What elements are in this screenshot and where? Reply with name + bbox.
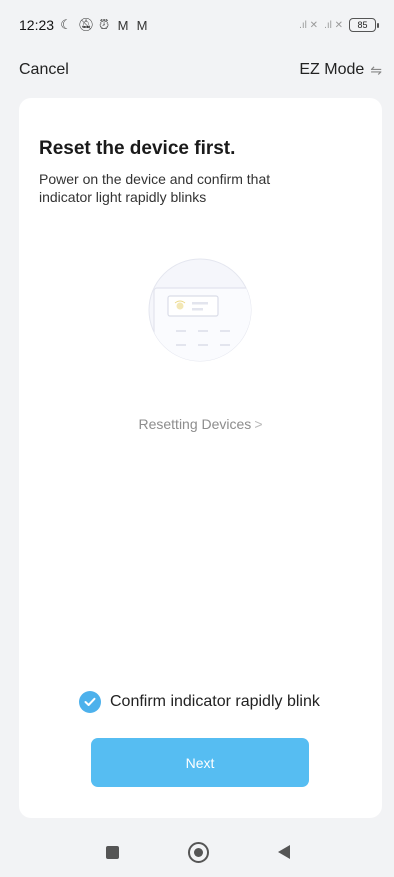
notification-icons: ☾ 🔕︎ ⏰︎ M M bbox=[59, 17, 149, 33]
chevron-right-icon: > bbox=[254, 416, 263, 432]
confirm-checkbox-row[interactable]: Confirm indicator rapidly blink bbox=[79, 691, 320, 713]
android-nav-bar bbox=[0, 824, 394, 877]
signal-icon: .ıl ✕ bbox=[324, 19, 343, 31]
confirm-label: Confirm indicator rapidly blink bbox=[110, 693, 320, 710]
page-title: Reset the device first. bbox=[39, 138, 236, 159]
resetting-devices-link[interactable]: Resetting Devices > bbox=[19, 416, 382, 432]
recents-icon[interactable] bbox=[106, 846, 119, 859]
back-icon[interactable] bbox=[278, 845, 290, 859]
battery-level: 85 bbox=[357, 20, 368, 30]
cancel-button[interactable]: Cancel bbox=[19, 61, 69, 79]
page-subtitle: Power on the device and confirm that ind… bbox=[39, 171, 271, 205]
status-left: 12:23 ☾ 🔕︎ ⏰︎ M M bbox=[19, 17, 149, 33]
swap-icon: ⇋ bbox=[370, 61, 382, 78]
alarm-icon: ⏰︎ bbox=[98, 17, 110, 32]
ez-mode-label: EZ Mode bbox=[299, 61, 365, 78]
device-illustration bbox=[148, 258, 252, 362]
status-right: .ıl ✕ .ıl ✕ 85 bbox=[299, 18, 379, 32]
signal-icon: .ıl ✕ bbox=[299, 19, 319, 31]
moon-icon: ☾ bbox=[60, 17, 72, 32]
bell-off-icon: 🔕︎ bbox=[78, 17, 95, 32]
ez-mode-toggle[interactable]: EZ Mode ⇋ bbox=[299, 61, 382, 79]
next-button[interactable]: Next bbox=[91, 738, 309, 787]
resetting-devices-label: Resetting Devices bbox=[138, 416, 252, 432]
gmail-icon: M bbox=[136, 17, 148, 33]
nav-bar: Cancel EZ Mode ⇋ bbox=[0, 52, 394, 88]
status-time: 12:23 bbox=[19, 17, 55, 33]
home-icon[interactable] bbox=[188, 842, 209, 863]
status-bar: 12:23 ☾ 🔕︎ ⏰︎ M M .ıl ✕ .ıl ✕ 85 bbox=[0, 0, 394, 50]
gmail-icon: M bbox=[117, 17, 129, 33]
battery-icon: 85 bbox=[349, 18, 379, 32]
reset-card: Reset the device first. Power on the dev… bbox=[19, 98, 382, 818]
checkbox-checked-icon[interactable] bbox=[79, 691, 101, 713]
